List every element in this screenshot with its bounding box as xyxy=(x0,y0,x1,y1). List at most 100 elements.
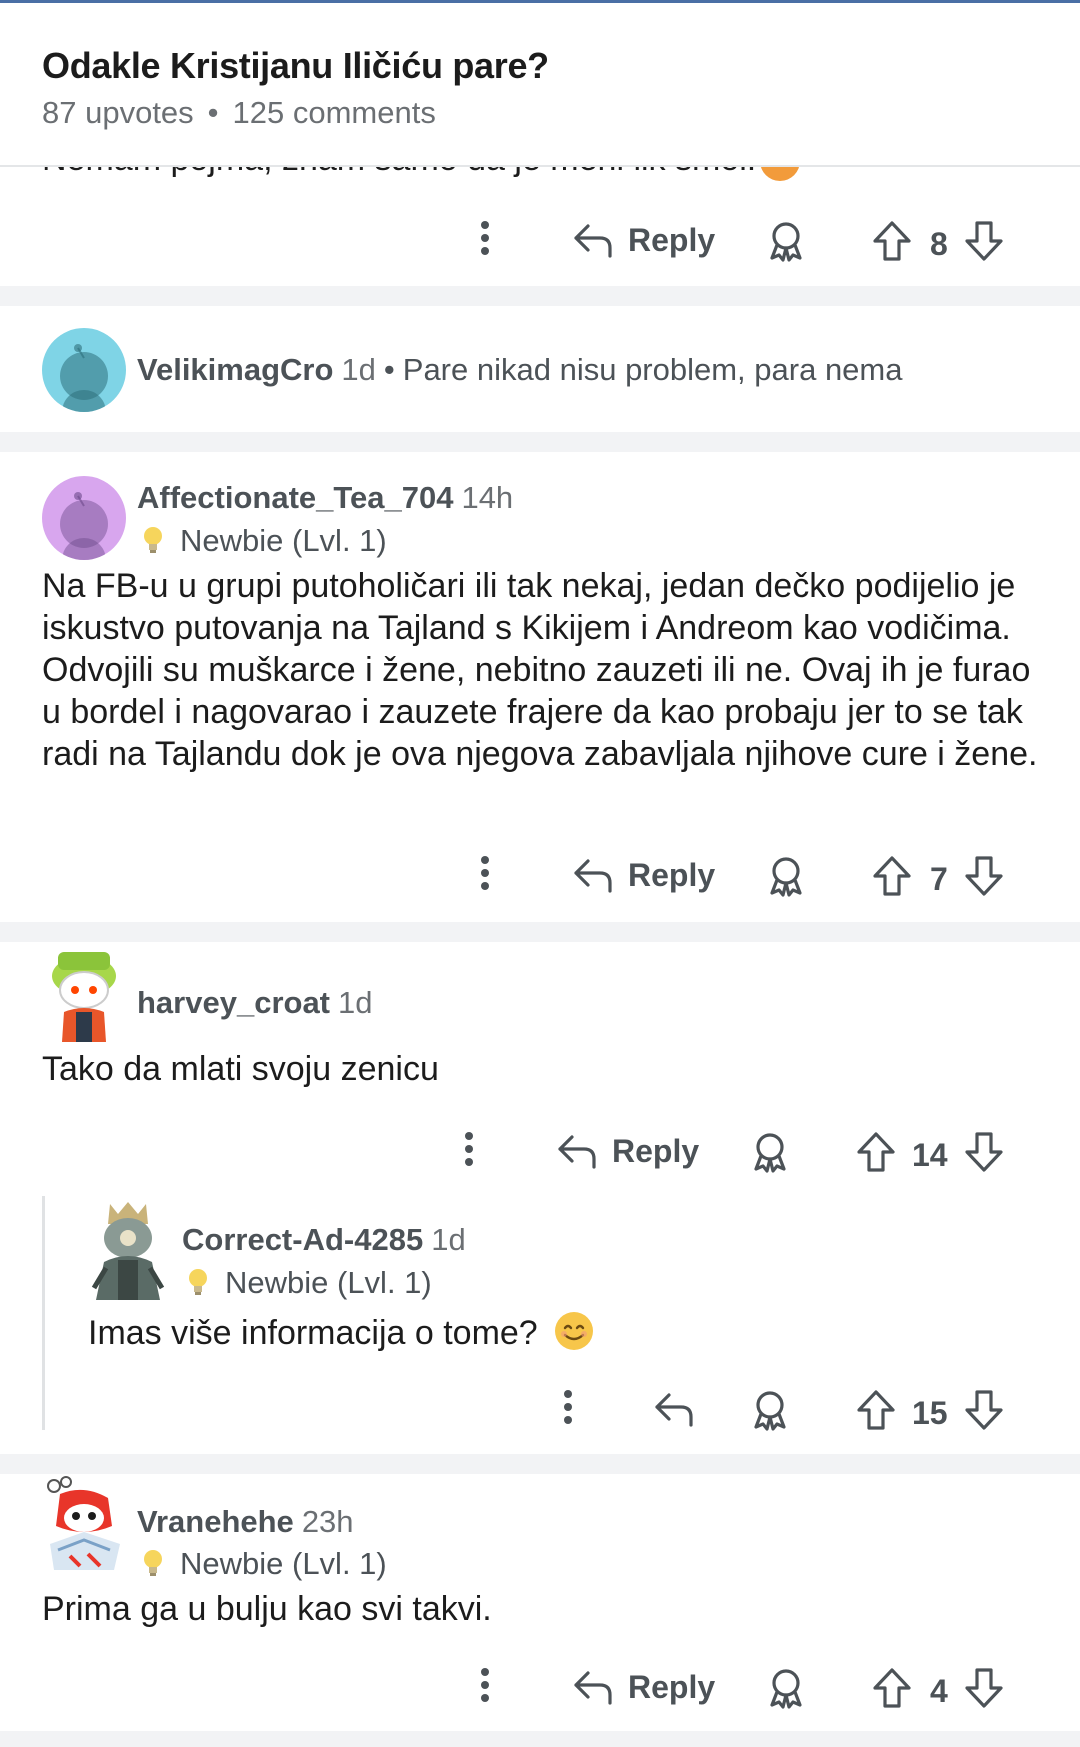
lightbulb-icon xyxy=(144,1550,162,1576)
reply-icon xyxy=(558,1135,596,1169)
comment: Vranehehe 23h Newbie (Lvl. 1) Prima ga u … xyxy=(0,1474,1080,1674)
timestamp: 1d xyxy=(431,1222,466,1257)
meta-separator: • xyxy=(383,352,395,387)
timestamp: 1d xyxy=(341,352,376,387)
reply-button[interactable]: Reply xyxy=(572,1667,715,1707)
award-icon xyxy=(770,222,802,262)
downvote-button[interactable] xyxy=(964,855,1004,897)
comment-separator xyxy=(0,1454,1080,1474)
comment: Affectionate_Tea_704 14h Newbie (Lvl. 1) … xyxy=(0,452,1080,922)
avatar[interactable] xyxy=(88,1198,168,1300)
avatar[interactable] xyxy=(40,1474,128,1576)
score: 7 xyxy=(930,861,948,897)
author-name[interactable]: Correct-Ad-4285 xyxy=(182,1222,423,1257)
more-vertical-icon xyxy=(481,856,489,890)
snoo-avatar-icon xyxy=(47,1476,120,1570)
timestamp: 1d xyxy=(338,985,373,1020)
comment-separator xyxy=(0,286,1080,306)
downvote-button[interactable] xyxy=(964,1131,1004,1173)
more-options-button[interactable] xyxy=(464,1131,474,1167)
comment-actions: Reply 14 xyxy=(0,1131,1080,1181)
award-button[interactable] xyxy=(766,220,806,262)
comment-actions: Reply 7 xyxy=(0,855,1080,905)
comment-reply: Correct-Ad-4285 1d Newbie (Lvl. 1) Imas v… xyxy=(0,1196,1080,1376)
score: 14 xyxy=(912,1137,948,1173)
downvote-arrow-icon xyxy=(965,1668,1003,1708)
snoo-avatar-icon xyxy=(60,344,108,412)
reply-icon xyxy=(574,224,612,258)
timestamp: 14h xyxy=(461,480,514,515)
avatar[interactable] xyxy=(42,476,126,560)
reply-icon xyxy=(574,859,612,893)
author-name[interactable]: Affectionate_Tea_704 xyxy=(137,480,453,515)
more-options-button[interactable] xyxy=(480,1667,490,1703)
comment-author-line: Affectionate_Tea_704 14h xyxy=(137,480,513,516)
post-meta: 87 upvotes • 125 comments xyxy=(42,95,436,131)
collapsed-comment[interactable]: VelikimagCro 1d • Pare nikad nisu problem, … xyxy=(0,306,1080,432)
downvote-arrow-icon xyxy=(965,221,1003,261)
upvote-button[interactable] xyxy=(856,1389,896,1431)
downvote-button[interactable] xyxy=(964,1667,1004,1709)
reply-button[interactable] xyxy=(653,1389,695,1429)
meta-separator: • xyxy=(207,95,219,130)
user-flair: Newbie (Lvl. 1) xyxy=(140,1546,387,1582)
avatar[interactable] xyxy=(42,328,126,412)
snoo-avatar-icon xyxy=(52,952,116,1042)
downvote-arrow-icon xyxy=(965,856,1003,896)
comment-body: Tako da mlati svoju zenicu xyxy=(42,1050,439,1088)
collapsed-comment-text: Pare nikad nisu problem, para nema xyxy=(402,352,903,387)
comment-actions: 15 xyxy=(0,1389,1080,1439)
award-button[interactable] xyxy=(750,1131,790,1173)
comment-actions: Reply 8 xyxy=(0,220,1080,270)
user-flair: Newbie (Lvl. 1) xyxy=(185,1265,432,1301)
more-vertical-icon xyxy=(481,1668,489,1702)
upvote-arrow-icon xyxy=(857,1132,895,1172)
more-options-button[interactable] xyxy=(563,1389,573,1425)
more-options-button[interactable] xyxy=(480,220,490,256)
comment-separator xyxy=(0,922,1080,942)
upvote-arrow-icon xyxy=(873,1668,911,1708)
award-icon xyxy=(754,1133,786,1173)
comment-author-line: Correct-Ad-4285 1d xyxy=(182,1222,466,1258)
comment: harvey_croat 1d Tako da mlati svoju zenic… xyxy=(0,942,1080,1122)
author-name[interactable]: VelikimagCro xyxy=(137,352,333,387)
award-button[interactable] xyxy=(750,1389,790,1431)
lightbulb-icon xyxy=(189,1269,207,1295)
upvote-button[interactable] xyxy=(872,855,912,897)
reply-icon xyxy=(574,1671,612,1705)
downvote-arrow-icon xyxy=(965,1132,1003,1172)
comment-separator xyxy=(0,1731,1080,1747)
author-name[interactable]: Vranehehe xyxy=(137,1504,294,1539)
reply-button[interactable]: Reply xyxy=(572,855,715,895)
award-icon xyxy=(770,857,802,897)
more-vertical-icon xyxy=(481,221,489,255)
post-title[interactable]: Odakle Kristijanu Iličiću pare? xyxy=(42,45,549,87)
reply-icon xyxy=(655,1393,693,1427)
upvote-button[interactable] xyxy=(872,220,912,262)
upvote-arrow-icon xyxy=(873,221,911,261)
downvote-button[interactable] xyxy=(964,220,1004,262)
post-header: Odakle Kristijanu Iličiću pare? 87 upvot… xyxy=(0,3,1080,167)
upvote-arrow-icon xyxy=(873,856,911,896)
score: 15 xyxy=(912,1395,948,1431)
collapsed-comment-line: VelikimagCro 1d • Pare nikad nisu problem, … xyxy=(137,352,903,388)
upvote-button[interactable] xyxy=(872,1667,912,1709)
downvote-button[interactable] xyxy=(964,1389,1004,1431)
award-button[interactable] xyxy=(766,1667,806,1709)
upvote-button[interactable] xyxy=(856,1131,896,1173)
comment-author-line: harvey_croat 1d xyxy=(137,985,373,1021)
avatar[interactable] xyxy=(42,942,126,1042)
snoo-avatar-icon xyxy=(60,492,108,560)
award-icon xyxy=(754,1391,786,1431)
score: 4 xyxy=(930,1673,948,1709)
downvote-arrow-icon xyxy=(965,1390,1003,1430)
comment-body: Na FB-u u grupi putoholičari ili tak nek… xyxy=(42,567,1038,773)
comment-count: 125 comments xyxy=(232,95,436,130)
more-options-button[interactable] xyxy=(480,855,490,891)
timestamp: 23h xyxy=(301,1504,354,1539)
comment-body: Imas više informacija o tome? xyxy=(88,1310,1048,1354)
author-name[interactable]: harvey_croat xyxy=(137,985,330,1020)
award-button[interactable] xyxy=(766,855,806,897)
reply-button[interactable]: Reply xyxy=(556,1131,699,1171)
reply-button[interactable]: Reply xyxy=(572,220,715,260)
